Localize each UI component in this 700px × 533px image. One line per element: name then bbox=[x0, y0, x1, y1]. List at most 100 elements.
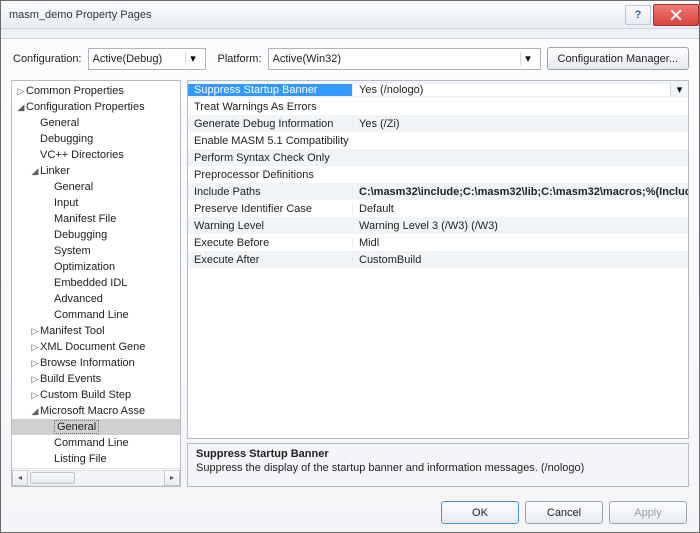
property-row[interactable]: Preserve Identifier CaseDefault bbox=[188, 200, 688, 217]
apply-button[interactable]: Apply bbox=[609, 501, 687, 524]
expand-icon: ▷ bbox=[30, 374, 40, 385]
property-value[interactable]: Yes (/Zi) bbox=[352, 118, 688, 130]
tree-label: Build Events bbox=[40, 373, 101, 385]
tree-node[interactable]: Debugging bbox=[12, 131, 180, 147]
horizontal-scrollbar[interactable]: ◂ ▸ bbox=[12, 468, 180, 486]
property-row[interactable]: Warning LevelWarning Level 3 (/W3) (/W3) bbox=[188, 217, 688, 234]
right-pane: Suppress Startup BannerYes (/nologo)▾Tre… bbox=[187, 80, 689, 487]
tree-node[interactable]: Embedded IDL bbox=[12, 275, 180, 291]
tree-node[interactable]: General bbox=[12, 419, 180, 435]
property-row[interactable]: Perform Syntax Check Only bbox=[188, 149, 688, 166]
tree-node[interactable]: Debugging bbox=[12, 227, 180, 243]
property-name: Suppress Startup Banner bbox=[188, 84, 352, 96]
configuration-manager-button[interactable]: Configuration Manager... bbox=[547, 47, 689, 70]
property-value[interactable]: Yes (/nologo) bbox=[352, 84, 670, 96]
property-value[interactable]: Default bbox=[352, 203, 688, 215]
property-row[interactable]: Suppress Startup BannerYes (/nologo)▾ bbox=[188, 81, 688, 98]
tree-label: Debugging bbox=[40, 133, 93, 145]
tree-node[interactable]: System bbox=[12, 243, 180, 259]
tree-node[interactable]: ▷Build Events bbox=[12, 371, 180, 387]
property-name: Execute Before bbox=[188, 237, 352, 249]
property-name: Include Paths bbox=[188, 186, 352, 198]
platform-combo[interactable]: Active(Win32) ▾ bbox=[268, 48, 541, 70]
property-value[interactable]: Warning Level 3 (/W3) (/W3) bbox=[352, 220, 688, 232]
main-area: ▷Common Properties◢Configuration Propert… bbox=[1, 80, 699, 493]
tree-node[interactable]: ◢Linker bbox=[12, 163, 180, 179]
tree-node[interactable]: Input bbox=[12, 195, 180, 211]
property-row[interactable]: Execute BeforeMidl bbox=[188, 234, 688, 251]
grid-rows: Suppress Startup BannerYes (/nologo)▾ Tre… bbox=[188, 81, 688, 268]
property-name: Execute After bbox=[188, 254, 352, 266]
scroll-track[interactable] bbox=[28, 470, 164, 486]
tree-node[interactable]: ▷Custom Build Step bbox=[12, 387, 180, 403]
property-row[interactable]: Execute AfterCustomBuild bbox=[188, 251, 688, 268]
tree-node[interactable]: ▷XML Document Gene bbox=[12, 339, 180, 355]
scroll-left-button[interactable]: ◂ bbox=[12, 470, 28, 486]
tree-label: Command Line bbox=[54, 437, 129, 449]
tree-node[interactable]: Command Line bbox=[12, 435, 180, 451]
tree-node[interactable]: ▷Browse Information bbox=[12, 355, 180, 371]
tree-node[interactable]: ▷Common Properties bbox=[12, 83, 180, 99]
expand-icon: ▷ bbox=[16, 86, 26, 97]
tree-label: Advanced bbox=[54, 293, 103, 305]
tree-label: Configuration Properties bbox=[26, 101, 145, 113]
tree-node[interactable]: VC++ Directories bbox=[12, 147, 180, 163]
description-title: Suppress Startup Banner bbox=[196, 448, 680, 460]
tree-node[interactable]: Command Line bbox=[12, 307, 180, 323]
property-name: Enable MASM 5.1 Compatibility bbox=[188, 135, 352, 147]
expand-icon: ◢ bbox=[30, 406, 40, 417]
tree-label: Listing File bbox=[54, 453, 107, 465]
property-value[interactable]: Midl bbox=[352, 237, 688, 249]
tree-node[interactable]: ◢Configuration Properties bbox=[12, 99, 180, 115]
tree-node[interactable]: ◢Microsoft Macro Asse bbox=[12, 403, 180, 419]
tree-node[interactable]: Manifest File bbox=[12, 211, 180, 227]
tree-node[interactable]: General bbox=[12, 115, 180, 131]
expand-icon: ▷ bbox=[30, 326, 40, 337]
configuration-bar: Configuration: Active(Debug) ▾ Platform:… bbox=[1, 39, 699, 80]
property-name: Warning Level bbox=[188, 220, 352, 232]
tree-node[interactable]: Advanced bbox=[12, 291, 180, 307]
tree-label: Manifest File bbox=[54, 213, 116, 225]
tree-label: System bbox=[54, 245, 91, 257]
property-row[interactable]: Generate Debug InformationYes (/Zi) bbox=[188, 115, 688, 132]
tree-node[interactable]: General bbox=[12, 179, 180, 195]
tree-label: Custom Build Step bbox=[40, 389, 131, 401]
tree-label: Optimization bbox=[54, 261, 115, 273]
expand-icon: ▷ bbox=[30, 390, 40, 401]
platform-label: Platform: bbox=[218, 53, 262, 65]
scroll-thumb[interactable] bbox=[30, 472, 75, 484]
configuration-combo[interactable]: Active(Debug) ▾ bbox=[88, 48, 206, 70]
chevron-down-icon: ▾ bbox=[520, 52, 536, 65]
description-panel: Suppress Startup Banner Suppress the dis… bbox=[187, 443, 689, 487]
titlebar: masm_demo Property Pages ? bbox=[1, 1, 699, 29]
chevron-down-icon[interactable]: ▾ bbox=[670, 83, 688, 96]
close-icon bbox=[670, 9, 682, 21]
property-name: Preprocessor Definitions bbox=[188, 169, 352, 181]
tree-node[interactable]: Optimization bbox=[12, 259, 180, 275]
close-button[interactable] bbox=[653, 4, 699, 26]
property-value[interactable]: C:\masm32\include;C:\masm32\lib;C:\masm3… bbox=[352, 186, 688, 198]
tree-body[interactable]: ▷Common Properties◢Configuration Propert… bbox=[12, 81, 180, 468]
property-value[interactable]: CustomBuild bbox=[352, 254, 688, 266]
property-name: Treat Warnings As Errors bbox=[188, 101, 352, 113]
scroll-right-button[interactable]: ▸ bbox=[164, 470, 180, 486]
categories-tree: ▷Common Properties◢Configuration Propert… bbox=[11, 80, 181, 487]
tree-label: Microsoft Macro Asse bbox=[40, 405, 145, 417]
help-button[interactable]: ? bbox=[625, 5, 651, 25]
property-name: Perform Syntax Check Only bbox=[188, 152, 352, 164]
property-row[interactable]: Treat Warnings As Errors bbox=[188, 98, 688, 115]
tree-label: XML Document Gene bbox=[40, 341, 145, 353]
ok-button[interactable]: OK bbox=[441, 501, 519, 524]
property-row[interactable]: Include PathsC:\masm32\include;C:\masm32… bbox=[188, 183, 688, 200]
expand-icon: ▷ bbox=[30, 342, 40, 353]
cancel-button[interactable]: Cancel bbox=[525, 501, 603, 524]
tree-label: General bbox=[54, 420, 99, 434]
tree-node[interactable]: Listing File bbox=[12, 451, 180, 467]
tree-node[interactable]: ▷Manifest Tool bbox=[12, 323, 180, 339]
question-icon: ? bbox=[635, 9, 642, 21]
tree-label: Linker bbox=[40, 165, 70, 177]
expand-icon: ◢ bbox=[16, 102, 26, 113]
chevron-down-icon: ▾ bbox=[185, 52, 201, 65]
property-row[interactable]: Preprocessor Definitions bbox=[188, 166, 688, 183]
property-row[interactable]: Enable MASM 5.1 Compatibility bbox=[188, 132, 688, 149]
